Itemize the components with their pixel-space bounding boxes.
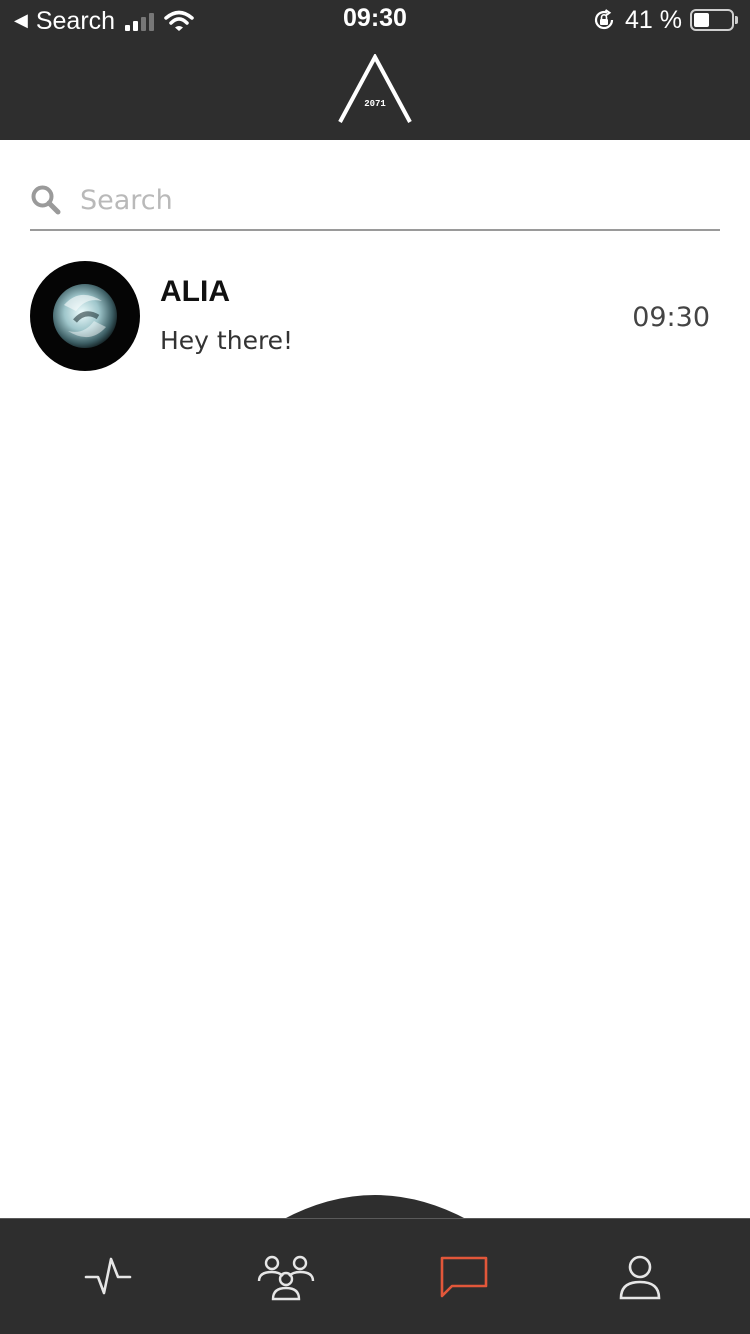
battery-icon — [690, 9, 734, 31]
tab-activity[interactable] — [48, 1219, 168, 1334]
tab-community[interactable] — [226, 1219, 346, 1334]
app-header: 2071 — [0, 40, 750, 140]
battery-tip — [735, 16, 738, 24]
profile-icon — [619, 1255, 661, 1300]
conversation-list-item[interactable]: ALIA Hey there! 09:30 — [0, 255, 750, 379]
tab-profile[interactable] — [580, 1219, 700, 1334]
community-icon — [257, 1255, 315, 1301]
activity-icon — [84, 1257, 132, 1295]
message-timestamp: 09:30 — [632, 302, 710, 333]
last-message-preview: Hey there! — [160, 326, 294, 355]
battery-level-fill — [694, 13, 709, 27]
status-right: 41 % — [593, 5, 738, 35]
search-bar[interactable] — [30, 170, 720, 231]
tab-chats[interactable] — [404, 1219, 524, 1334]
home-indicator-background — [282, 1195, 468, 1220]
search-icon — [31, 185, 61, 215]
contact-name: ALIA — [160, 275, 230, 308]
brand-logo: 2071 — [338, 54, 412, 123]
rotation-lock-icon — [594, 9, 614, 30]
battery-percentage: 41 % — [625, 5, 682, 34]
logo-year-text: 2071 — [364, 99, 386, 109]
search-input[interactable] — [80, 178, 710, 222]
bottom-tab-bar — [0, 1218, 750, 1334]
chat-icon — [440, 1256, 488, 1298]
avatar — [30, 261, 140, 371]
status-bar: ◀ Search 09:30 41 % — [0, 0, 750, 40]
